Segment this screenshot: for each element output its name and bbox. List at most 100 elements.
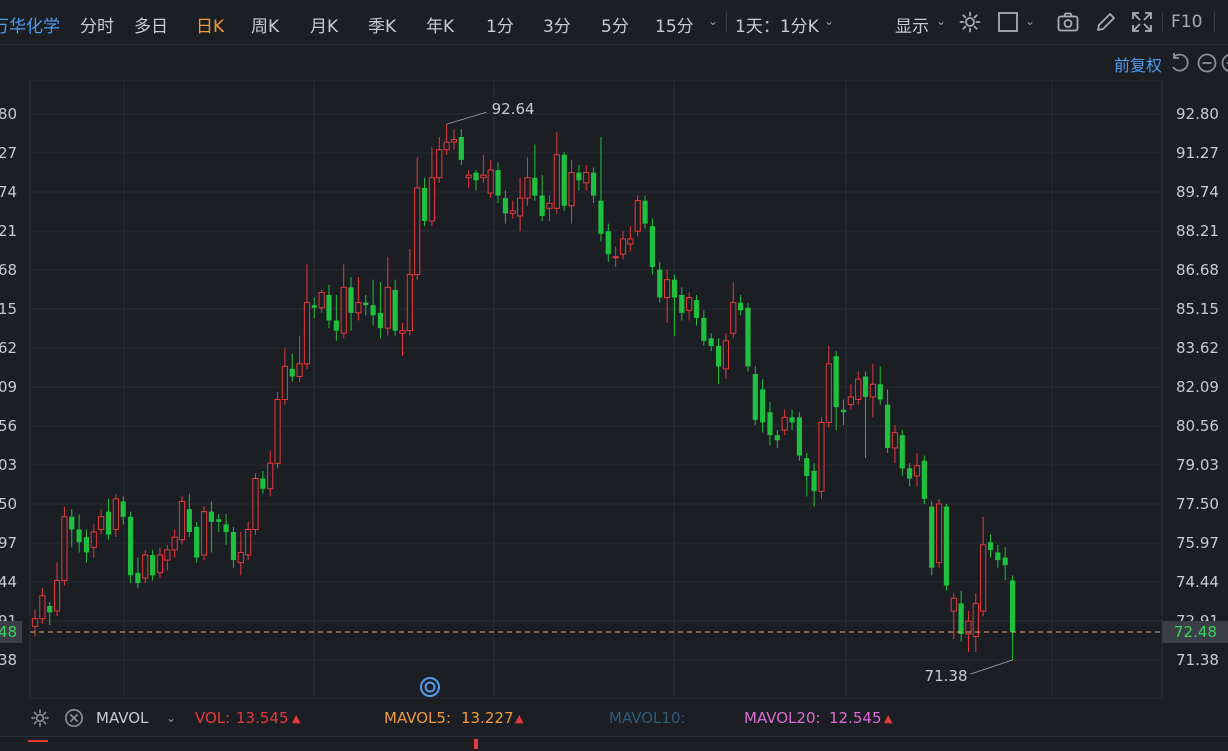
candle-body <box>657 269 662 297</box>
fullscreen-icon[interactable] <box>1130 10 1154 34</box>
candle-body <box>753 374 758 420</box>
zoom-out-icon[interactable] <box>1196 52 1218 74</box>
forward-adjust-button[interactable]: 前复权 <box>1114 52 1162 76</box>
candle <box>113 494 118 537</box>
candle <box>665 269 670 323</box>
close-circle-icon[interactable] <box>64 708 84 728</box>
current-price-label-left: 48 <box>0 623 17 641</box>
tab-3min[interactable]: 3分 <box>543 12 571 37</box>
candle <box>554 132 559 214</box>
candle <box>371 280 376 326</box>
price-tick-left: 97 <box>0 534 17 552</box>
indicator-select[interactable]: MAVOL <box>96 709 148 727</box>
candle <box>356 277 361 320</box>
high-annotation: 92.64 <box>492 100 535 118</box>
zoom-in-icon[interactable] <box>1220 52 1228 74</box>
candle-body <box>532 178 537 196</box>
candle-body <box>201 512 206 555</box>
candle <box>238 532 243 575</box>
candle-body <box>459 137 464 160</box>
candlestick-chart[interactable]: 92.808091.272789.747488.212186.686885.15… <box>0 80 1228 702</box>
candle-body <box>224 524 229 532</box>
candle-body <box>951 598 956 611</box>
price-tick-left: 15 <box>0 300 17 318</box>
chevron-down-icon[interactable]: ⌄ <box>824 14 834 28</box>
candle <box>407 249 412 336</box>
square-checkbox-icon[interactable] <box>996 10 1020 34</box>
candle-body <box>371 305 376 315</box>
candle-body <box>415 188 420 275</box>
tab-quarterly-k[interactable]: 季K <box>368 12 396 37</box>
chevron-down-icon[interactable]: ⌄ <box>166 711 176 725</box>
tab-15min[interactable]: 15分 <box>655 12 694 37</box>
candle-body <box>635 201 640 232</box>
candle-body <box>782 417 787 430</box>
candle-body <box>128 517 133 576</box>
tab-multi-day[interactable]: 多日 <box>134 12 168 37</box>
candle <box>576 165 581 190</box>
vol-label: VOL: <box>195 709 230 727</box>
volume-pane <box>0 736 1228 751</box>
candle-body <box>400 331 405 334</box>
candle-body <box>812 471 817 491</box>
display-menu[interactable]: 显示 <box>895 12 929 37</box>
gear-icon[interactable] <box>958 10 982 34</box>
candle <box>914 453 919 486</box>
mavol5-value: 13.227 <box>461 709 514 727</box>
candle-body <box>731 303 736 334</box>
candle <box>290 354 295 382</box>
candle <box>701 310 706 346</box>
price-tick-right: 82.09 <box>1176 378 1219 396</box>
tab-1min[interactable]: 1分 <box>486 12 514 37</box>
candle <box>753 366 758 425</box>
tab-monthly-k[interactable]: 月K <box>310 12 338 37</box>
candle-body <box>642 201 647 224</box>
candle-body <box>892 433 897 448</box>
candle <box>518 178 523 232</box>
target-icon[interactable] <box>419 676 441 698</box>
candle <box>716 338 721 384</box>
candle <box>620 231 625 259</box>
candle-body <box>488 170 493 193</box>
candle-body <box>216 519 221 522</box>
camera-icon[interactable] <box>1056 10 1080 34</box>
chevron-down-icon[interactable]: ⌄ <box>708 14 718 28</box>
mavol5-label: MAVOL5: <box>384 709 451 727</box>
gear-icon[interactable] <box>30 708 50 728</box>
candle <box>834 351 839 430</box>
interval-select[interactable]: 1天：1分K <box>735 12 819 37</box>
price-tick-left: 68 <box>0 261 17 279</box>
candle-body <box>334 320 339 330</box>
tab-daily-k[interactable]: 日K <box>196 12 224 37</box>
f10-button[interactable]: F10 <box>1171 12 1202 32</box>
candle-body <box>1010 580 1015 631</box>
candle-body <box>525 178 530 198</box>
candle <box>209 501 214 552</box>
chevron-down-icon[interactable]: ⌄ <box>1025 14 1035 28</box>
candle <box>451 129 456 149</box>
price-tick-left: 38 <box>0 651 17 669</box>
candle-body <box>569 173 574 206</box>
tab-weekly-k[interactable]: 周K <box>251 12 279 37</box>
tab-timeshare[interactable]: 分时 <box>80 12 114 37</box>
candle <box>870 364 875 418</box>
candle-body <box>253 479 258 530</box>
chevron-down-icon[interactable]: ⌄ <box>936 14 946 28</box>
stock-name-tab[interactable]: 万华化学 <box>0 12 60 37</box>
undo-icon[interactable] <box>1168 52 1190 74</box>
candle <box>459 129 464 165</box>
volume-bar-mark <box>28 740 48 742</box>
candle-body <box>422 188 427 221</box>
pencil-icon[interactable] <box>1094 10 1118 34</box>
candle-body <box>348 287 353 312</box>
tab-5min[interactable]: 5分 <box>601 12 629 37</box>
candle <box>503 190 508 223</box>
price-tick-left: 27 <box>0 144 17 162</box>
tab-yearly-k[interactable]: 年K <box>426 12 454 37</box>
candle-body <box>165 550 170 560</box>
candle <box>1010 575 1015 660</box>
candle-body <box>356 303 361 313</box>
candle-body <box>907 468 912 478</box>
candle <box>613 247 618 267</box>
candle-body <box>834 356 839 407</box>
